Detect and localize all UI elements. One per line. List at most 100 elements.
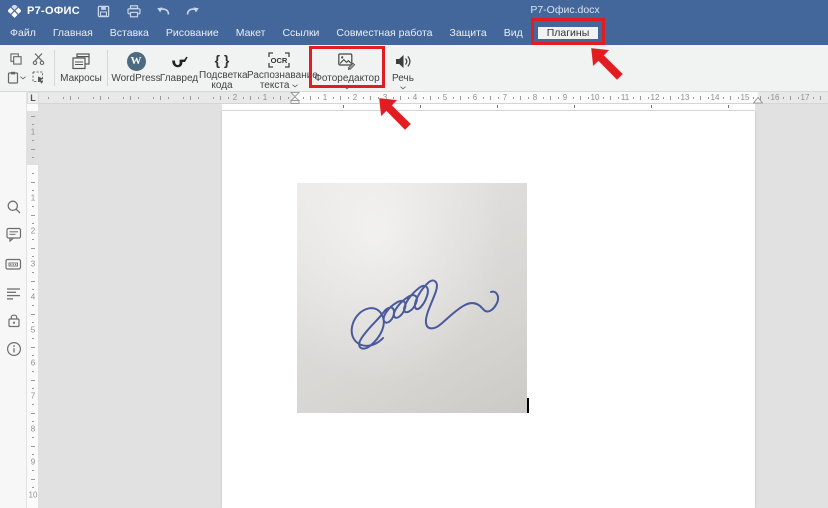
indent-marker[interactable] [290,92,300,104]
tab-collaboration[interactable]: Совместная работа [334,22,434,45]
photo-editor-icon [338,52,356,70]
ruler-tick [340,96,341,100]
ruler-number: 7 [503,93,507,103]
ruler-tick [32,355,34,356]
protection-button[interactable] [5,311,22,328]
code-highlight-button[interactable]: { } Подсветка кода [198,45,246,91]
ruler-number: 1 [27,194,39,203]
ruler-number: 10 [591,93,600,103]
select-all-button[interactable] [28,68,48,87]
signature-photo-image[interactable] [297,183,527,413]
ruler-number: 8 [533,93,537,103]
ruler-tick [31,215,35,216]
ruler-tick [423,97,424,99]
ruler-tick [123,97,124,99]
tab-protection[interactable]: Защита [447,22,488,45]
toolbar-divider [107,50,108,86]
tab-references[interactable]: Ссылки [280,22,321,45]
wordpress-icon: W [127,52,146,71]
ruler-tick [543,97,544,99]
save-button[interactable] [95,3,111,19]
tab-file[interactable]: Файл [8,22,38,45]
menu-bar: Файл Главная Вставка Рисование Макет Ссы… [0,22,828,45]
ruler-number: 6 [473,93,477,103]
print-button[interactable] [126,3,142,19]
tab-insert[interactable]: Вставка [108,22,151,45]
ruler-tick [228,97,229,99]
paste-button[interactable] [6,68,26,87]
ruler-tick [768,97,769,99]
ruler-tick [32,338,34,339]
ruler-tick [32,256,34,257]
copy-button[interactable] [6,49,26,68]
ruler-tick [580,96,581,100]
ruler-tick [78,97,79,99]
search-button[interactable] [5,198,22,215]
ruler-number: 15 [741,93,750,103]
about-button[interactable] [5,340,22,357]
ruler-tick [31,446,35,447]
left-panel [0,92,27,508]
right-indent-marker[interactable] [753,97,763,104]
ruler-tick [31,413,35,414]
navigation-button[interactable] [5,284,22,301]
ruler-tick [708,97,709,99]
text-cursor [527,398,529,413]
cut-button[interactable] [28,49,48,68]
ruler-number: 4 [27,293,39,302]
tab-view[interactable]: Вид [502,22,525,45]
ruler-tick [288,97,289,99]
ruler-tick [190,96,191,100]
ruler-number: 9 [563,93,567,103]
ruler-tick [273,97,274,99]
glavred-button[interactable]: Главред [160,45,198,91]
ruler-tick [670,96,671,100]
ruler-number: 1 [27,128,39,137]
ruler-tick [728,105,729,108]
ocr-icon: OCR [268,52,290,68]
tab-plugins[interactable]: Плагины [538,27,599,39]
undo-icon [155,5,171,17]
ruler-tick [490,96,491,100]
ruler-tick [648,97,649,99]
ruler-tick [343,105,344,108]
ruler-tick [32,404,34,405]
ruler-tick [32,272,34,273]
signature-scrawl [297,183,527,413]
ruler-tick [760,96,761,100]
ruler-tick [420,105,421,108]
speech-label: Речь [392,74,414,84]
ruler-tick [153,97,154,99]
undo-button[interactable] [155,3,171,19]
tab-draw[interactable]: Рисование [164,22,221,45]
photo-editor-button[interactable]: Фоторедактор [312,45,382,91]
ruler-tick [31,182,35,183]
ruler-tick [31,281,35,282]
ruler-tick [333,97,334,99]
lock-icon [6,312,22,328]
document-page[interactable] [222,111,755,508]
ruler-tick [798,97,799,99]
comments-button[interactable] [5,226,22,243]
tab-home[interactable]: Главная [51,22,95,45]
redo-button[interactable] [185,3,201,19]
tab-stop-selector[interactable]: L [27,92,39,104]
clipboard-group [0,45,50,91]
horizontal-ruler: 211234567891011121314151617 [39,92,828,110]
ruler-tick [70,96,71,100]
ruler-tick [498,97,499,99]
select-icon [32,71,45,84]
ruler-tick [280,96,281,100]
ruler-tick [32,421,34,422]
ruler-tick [250,96,251,100]
ocr-button[interactable]: OCR Распознавание текста [246,45,312,91]
chat-icon [5,257,22,272]
ruler-number: 2 [27,227,39,236]
wordpress-button[interactable]: W WordPress [112,45,160,91]
macros-button[interactable]: Макросы [59,45,103,91]
chat-button[interactable] [5,256,22,273]
chevron-down-icon [20,76,26,80]
ruler-number: 1 [263,93,267,103]
tab-layout[interactable]: Макет [234,22,268,45]
speech-button[interactable]: Речь [386,45,420,91]
